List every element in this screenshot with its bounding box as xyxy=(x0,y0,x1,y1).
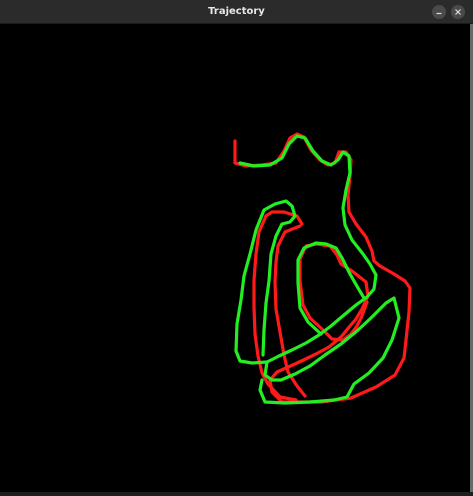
minimize-button[interactable] xyxy=(432,5,446,19)
minimize-icon xyxy=(436,12,442,15)
trajectory-canvas xyxy=(0,24,473,492)
trajectory-window: Trajectory xyxy=(0,0,473,492)
close-icon xyxy=(455,9,461,15)
close-button[interactable] xyxy=(451,5,465,19)
window-title: Trajectory xyxy=(208,6,265,17)
green-trajectory-connector xyxy=(324,242,366,300)
green-trajectory-left-loop xyxy=(234,199,297,365)
title-bar[interactable]: Trajectory xyxy=(0,0,473,24)
trajectory-plot xyxy=(233,132,412,405)
